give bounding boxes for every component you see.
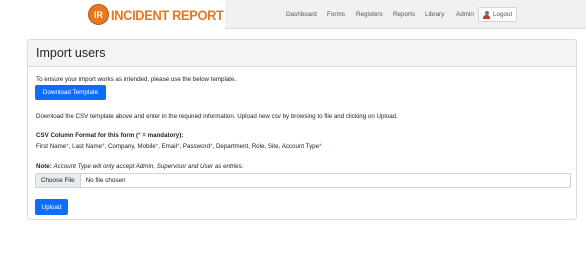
csv-column-item: First Name [36, 143, 67, 150]
user-icon [483, 10, 490, 19]
nav-admin[interactable]: Admin [456, 11, 474, 18]
file-status: No file chosen [85, 177, 126, 184]
intro-text: To ensure your import works as intended,… [36, 76, 237, 83]
nav-forms[interactable]: Forms [327, 11, 345, 18]
csv-column-item: Email [161, 143, 178, 150]
nav-reports[interactable]: Reports [393, 11, 415, 18]
csv-column-item: Site [267, 143, 279, 150]
csv-column-item: Company [107, 143, 134, 150]
mandatory-marker: * [102, 143, 105, 150]
nav-dashboard[interactable]: Dashboard [286, 11, 317, 18]
csv-column-item: Department [215, 143, 249, 150]
card-header: Import users [28, 40, 576, 67]
mandatory-marker: * [177, 143, 180, 150]
file-input[interactable]: Choose File No file chosen [35, 173, 571, 188]
csv-format-heading: CSV Column Format for this form (* = man… [36, 132, 184, 139]
csv-columns-list: First Name*, Last Name*, Company, Mobile… [36, 143, 322, 150]
note-text: Account Type will only accept Admin, Sup… [53, 163, 244, 170]
nav-registers[interactable]: Registers [356, 11, 383, 18]
top-navbar: IR INCIDENT REPORT Dashboard Forms Regis… [0, 0, 586, 29]
incident-report-logo[interactable]: IR INCIDENT REPORT [88, 4, 233, 25]
choose-file-button[interactable]: Choose File [36, 174, 81, 187]
csv-column-item: Account Type [281, 143, 320, 150]
csv-column-item: Last Name [72, 143, 103, 150]
page-title: Import users [36, 46, 106, 60]
download-template-button[interactable]: Download Template [35, 85, 106, 100]
mandatory-marker: * [66, 143, 69, 150]
note-label: Note: [36, 163, 52, 170]
mandatory-marker: * [155, 143, 159, 150]
upload-button[interactable]: Upload [35, 199, 68, 215]
mandatory-marker: * [319, 143, 322, 150]
instructions-text: Download the CSV template above and ente… [36, 113, 398, 120]
csv-column-item: Password [182, 143, 211, 150]
csv-column-item: Mobile [137, 143, 156, 150]
nav-library[interactable]: Library [425, 11, 444, 18]
note-line: Note: Account Type will only accept Admi… [36, 163, 243, 170]
logo-text: INCIDENT REPORT [111, 6, 224, 23]
logout-button[interactable]: Logout [478, 7, 518, 22]
mandatory-marker: * [210, 143, 213, 150]
csv-column-item: Role [251, 143, 265, 150]
logout-label: Logout [493, 11, 513, 18]
logo-badge: IR [88, 4, 109, 25]
import-users-card: Import users To ensure your import works… [27, 39, 577, 220]
brand-area: IR INCIDENT REPORT [0, 0, 225, 29]
